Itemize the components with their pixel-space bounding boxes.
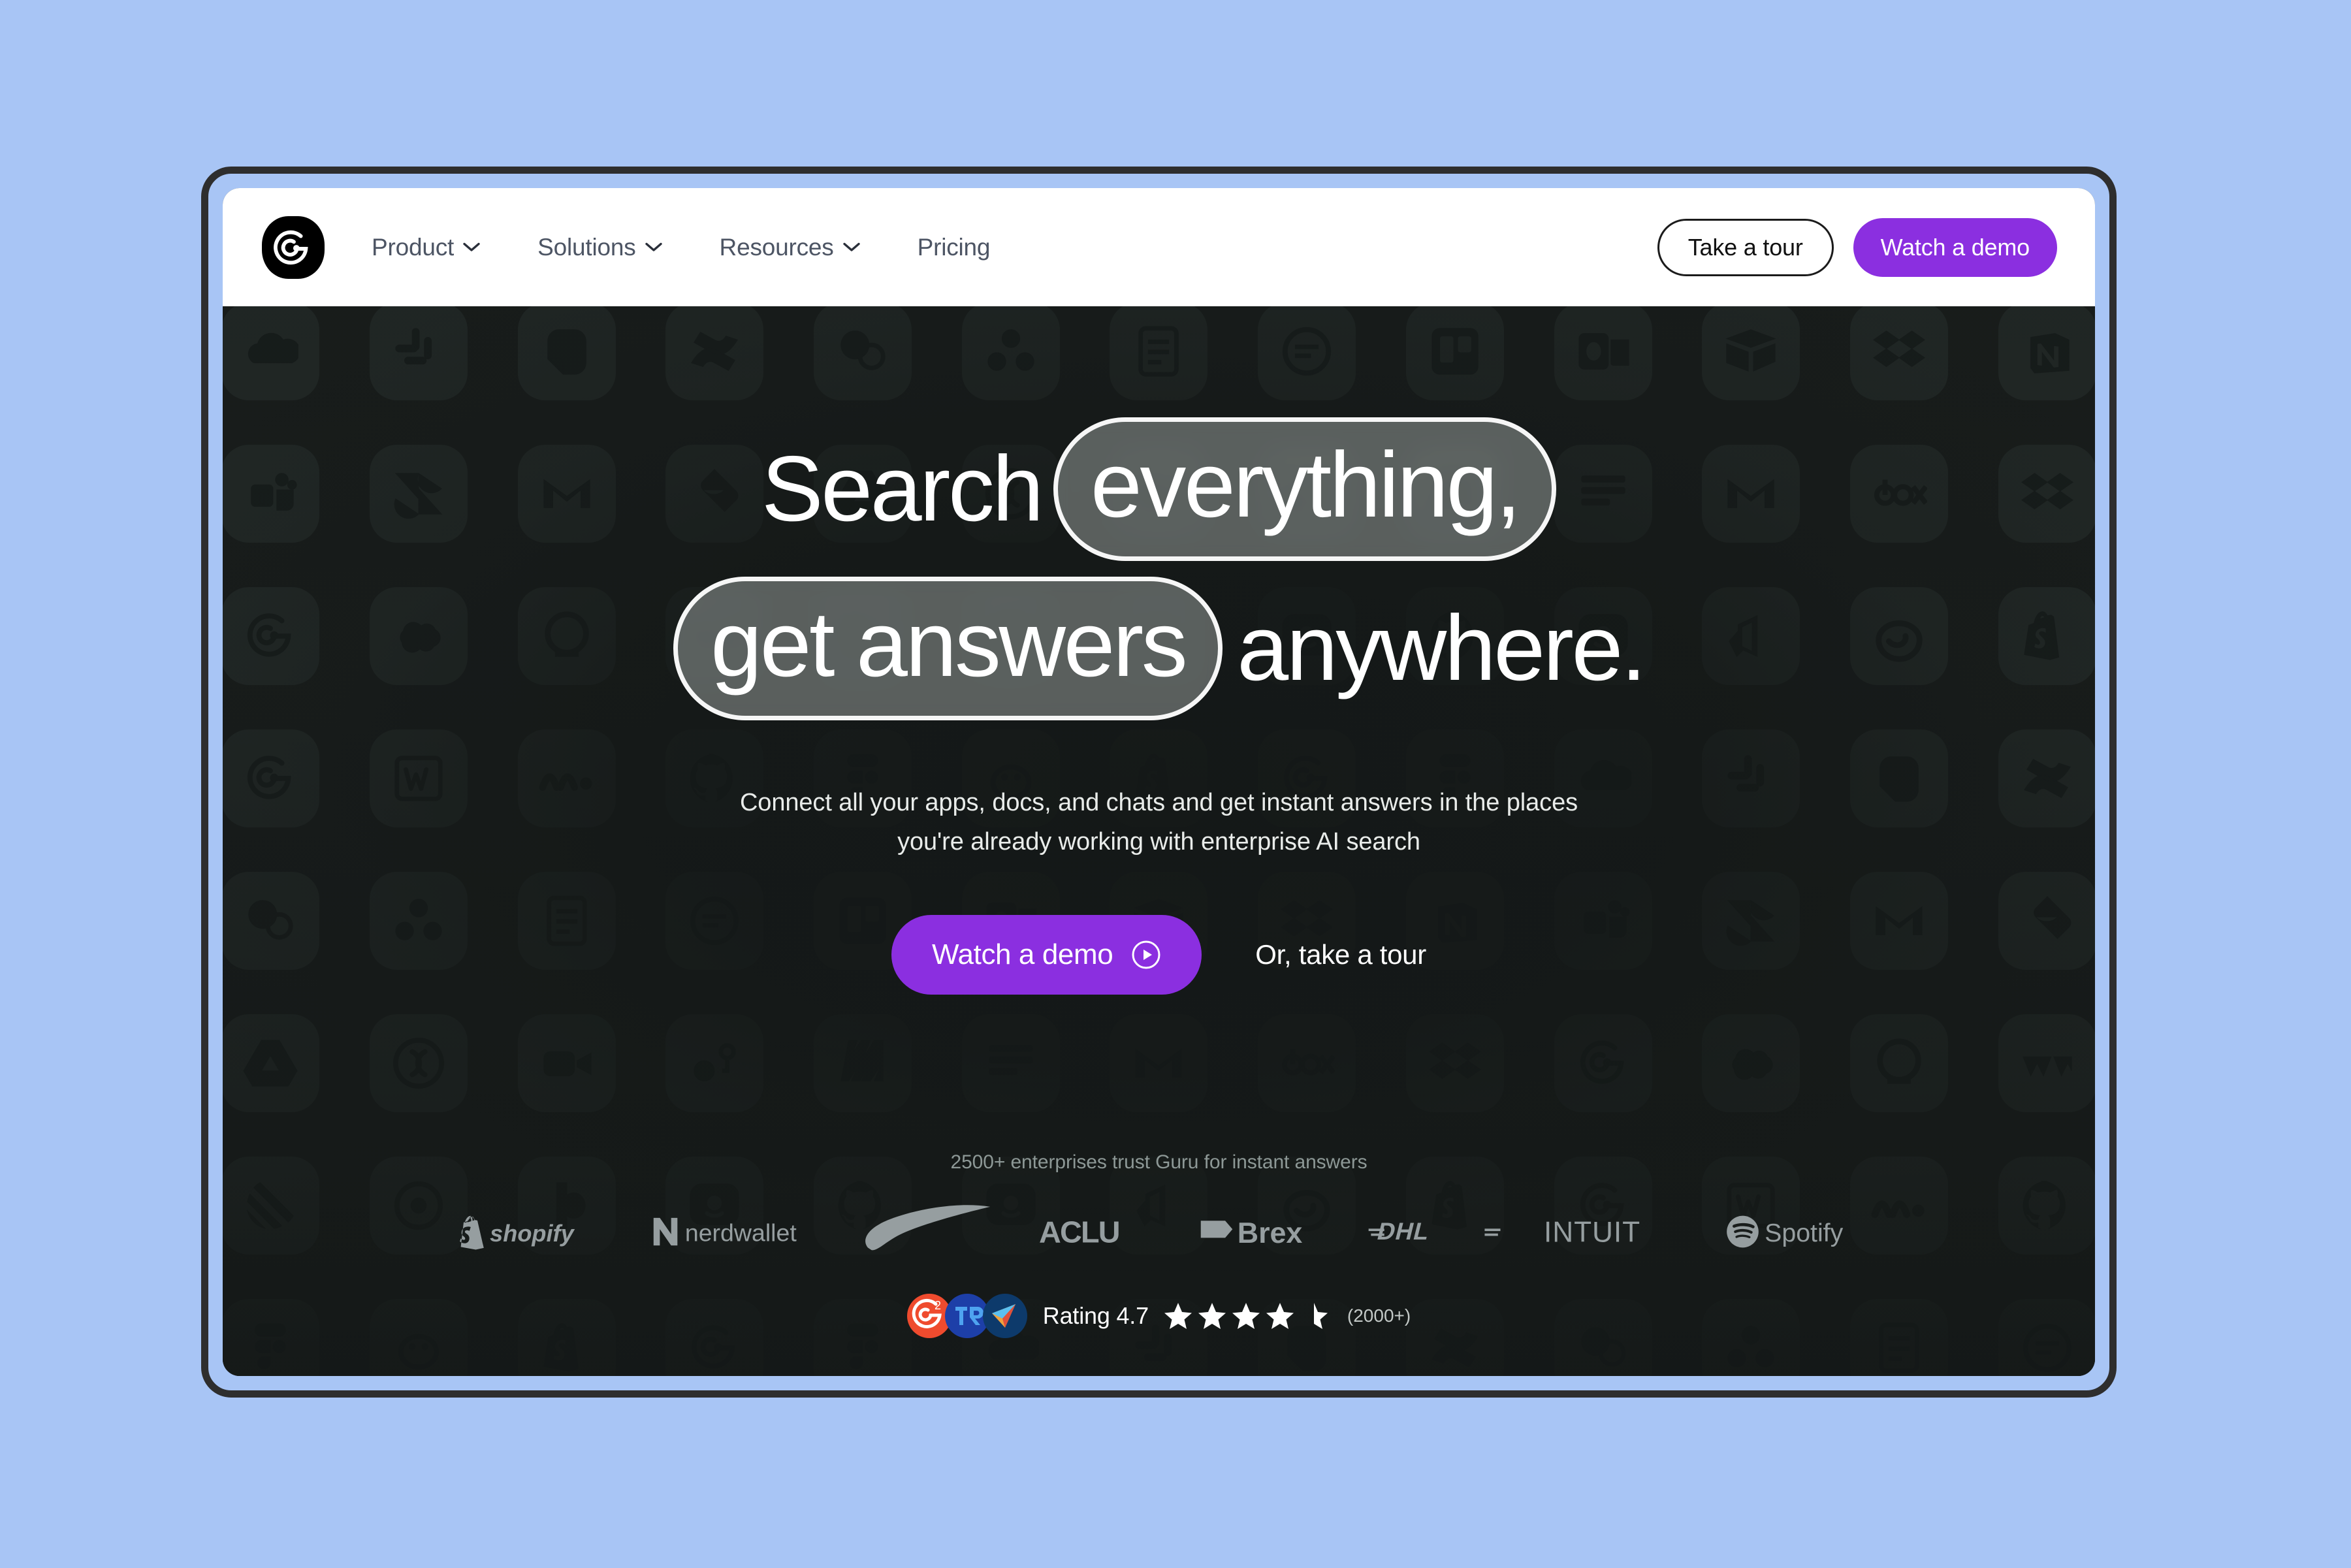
nav-item-label: Product <box>372 233 455 261</box>
rating-row: 2 Rating 4.7 (2000+) <box>906 1294 1411 1338</box>
rating-stars <box>1163 1301 1329 1331</box>
site-header: Product Solutions Resources Pricing Take… <box>223 188 2095 306</box>
svg-text:ACLU: ACLU <box>1039 1217 1119 1247</box>
customer-logo-row: shopify nerdwallet ACLU Brex DHL INTUIT … <box>453 1205 1865 1258</box>
nerdwallet-logo: nerdwallet <box>653 1217 797 1246</box>
browser-window-frame: Product Solutions Resources Pricing Take… <box>201 167 2117 1398</box>
headline-line-2: get answers anywhere. <box>673 577 1646 720</box>
chevron-down-icon <box>842 242 860 251</box>
svg-text:Spotify: Spotify <box>1765 1219 1843 1247</box>
nav-item-solutions[interactable]: Solutions <box>537 234 662 261</box>
browser-viewport: Product Solutions Resources Pricing Take… <box>223 188 2095 1376</box>
star-icon <box>1232 1303 1260 1329</box>
hero-subtitle: Connect all your apps, docs, and chats a… <box>739 789 1578 856</box>
nav-item-pricing[interactable]: Pricing <box>918 234 991 261</box>
svg-text:2: 2 <box>935 1299 941 1312</box>
chevron-down-icon <box>645 242 662 251</box>
hero-headline: Search everything, get answers anywhere. <box>673 417 1646 720</box>
nike-logo <box>865 1205 991 1251</box>
capterra-badge-icon[interactable] <box>982 1294 1027 1338</box>
rating-count: (2000+) <box>1347 1305 1411 1326</box>
hero-content: Search everything, get answers anywhere.… <box>223 306 2095 1376</box>
nav-item-resources[interactable]: Resources <box>720 234 860 261</box>
shopify-logo: shopify <box>460 1215 575 1250</box>
star-icon <box>1164 1303 1192 1329</box>
rating-label: Rating 4.7 <box>1042 1302 1149 1329</box>
hero-take-a-tour-link[interactable]: Or, take a tour <box>1255 939 1426 970</box>
play-circle-icon <box>1132 940 1160 969</box>
star-icon <box>1198 1303 1226 1329</box>
nav-item-label: Pricing <box>917 233 991 261</box>
header-take-a-tour-button[interactable]: Take a tour <box>1657 218 1834 276</box>
nav-item-product[interactable]: Product <box>372 234 480 261</box>
hero-watch-a-demo-label: Watch a demo <box>932 938 1113 971</box>
primary-nav: Product Solutions Resources Pricing <box>372 234 991 261</box>
svg-text:shopify: shopify <box>490 1219 575 1246</box>
star-icon <box>1266 1303 1294 1329</box>
headline-pill-get-answers: get answers <box>673 577 1223 720</box>
nav-item-label: Solutions <box>537 233 636 261</box>
header-actions: Take a tour Watch a demo <box>1657 217 2057 277</box>
svg-text:INTUIT: INTUIT <box>1544 1217 1640 1247</box>
trust-line: 2500+ enterprises trust Guru for instant… <box>950 1151 1367 1173</box>
headline-word-search: Search <box>761 436 1044 541</box>
intuit-logo: INTUIT <box>1544 1217 1640 1247</box>
chevron-down-icon <box>463 242 480 251</box>
dhl-logo: DHL <box>1368 1218 1501 1245</box>
headline-pill-everything: everything, <box>1053 417 1556 561</box>
svg-text:DHL: DHL <box>1375 1218 1433 1245</box>
hero-section: Search everything, get answers anywhere.… <box>223 306 2095 1376</box>
headline-word-anywhere: anywhere. <box>1237 596 1646 700</box>
header-watch-a-demo-button[interactable]: Watch a demo <box>1853 217 2057 277</box>
social-proof: 2500+ enterprises trust Guru for instant… <box>223 1151 2095 1338</box>
star-half-icon <box>1313 1303 1328 1329</box>
svg-text:nerdwallet: nerdwallet <box>685 1219 797 1246</box>
nav-item-label: Resources <box>719 233 834 261</box>
aclu-logo: ACLU <box>1039 1217 1121 1247</box>
svg-text:Brex: Brex <box>1238 1217 1303 1249</box>
headline-line-1: Search everything, <box>673 417 1644 561</box>
guru-logo[interactable] <box>262 216 325 279</box>
brex-logo: Brex <box>1200 1217 1303 1249</box>
hero-watch-a-demo-button[interactable]: Watch a demo <box>891 915 1202 995</box>
spotify-logo: Spotify <box>1727 1215 1844 1248</box>
hero-cta-row: Watch a demo Or, take a tour <box>891 915 1426 995</box>
